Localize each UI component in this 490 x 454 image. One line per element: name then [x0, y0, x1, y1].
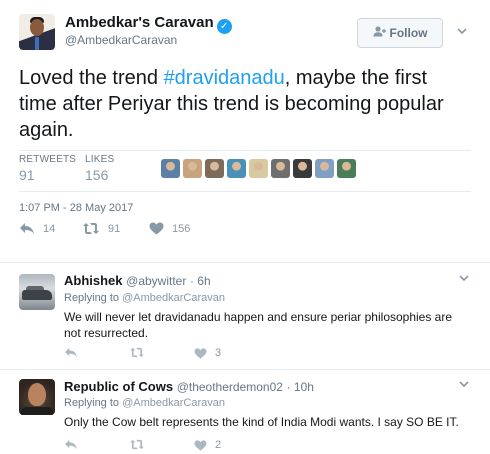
retweet-icon	[83, 223, 99, 234]
chevron-down-icon[interactable]	[458, 377, 470, 389]
reply-icon	[65, 347, 77, 358]
liker-avatar[interactable]	[161, 159, 180, 178]
liker-avatar[interactable]	[249, 159, 268, 178]
retweet-icon	[130, 439, 144, 450]
author-name[interactable]: Ambedkar's Caravan ✓	[65, 14, 232, 34]
avatar[interactable]	[19, 379, 55, 415]
chevron-down-icon[interactable]	[456, 24, 468, 36]
chevron-down-icon[interactable]	[458, 271, 470, 283]
reply-author[interactable]: Republic of Cows @theotherdemon02 · 10h	[64, 379, 314, 394]
author-handle[interactable]: @AmbedkarCaravan	[65, 33, 177, 47]
reply-icon	[65, 439, 77, 450]
hashtag-link[interactable]: #dravidanadu	[164, 67, 285, 89]
follow-label: Follow	[389, 26, 428, 40]
retweet-button[interactable]	[129, 347, 145, 358]
liker-avatar[interactable]	[183, 159, 202, 178]
avatar[interactable]	[19, 14, 55, 50]
liker-avatar[interactable]	[337, 159, 356, 178]
replying-to: Replying to @AmbedkarCaravan	[64, 292, 225, 304]
retweets-stat[interactable]: RETWEETS 91	[19, 154, 76, 183]
avatar[interactable]	[19, 274, 55, 310]
reply-author[interactable]: Abhishek @abywitter · 6h	[64, 273, 211, 288]
like-button[interactable]: 3	[194, 347, 221, 359]
liker-avatars	[161, 159, 356, 178]
tweet-text: Loved the trend #dravidanadu, maybe the …	[19, 67, 444, 141]
like-icon	[194, 347, 207, 359]
like-icon	[194, 439, 207, 451]
liker-avatar[interactable]	[227, 159, 246, 178]
likes-stat[interactable]: LIKES 156	[85, 154, 114, 183]
main-tweet: Ambedkar's Caravan ✓ @AmbedkarCaravan Fol…	[0, 0, 490, 262]
liker-avatar[interactable]	[315, 159, 334, 178]
reply-button[interactable]	[64, 439, 78, 450]
reply-icon	[20, 223, 34, 234]
reply-button[interactable]	[64, 347, 78, 358]
liker-avatar[interactable]	[271, 159, 290, 178]
retweet-button[interactable]: 91	[82, 222, 120, 235]
tweet-timestamp[interactable]: 1:07 PM - 28 May 2017	[19, 202, 133, 214]
follow-button[interactable]: Follow	[357, 18, 443, 48]
reply-tweet[interactable]: Abhishek @abywitter · 6h Replying to @Am…	[0, 263, 490, 369]
like-button[interactable]: 156	[149, 222, 190, 235]
like-icon	[149, 222, 164, 235]
tweet-stats: RETWEETS 91 LIKES 156	[19, 150, 471, 192]
reply-text: Only the Cow belt represents the kind of…	[64, 415, 459, 429]
retweet-icon	[130, 347, 144, 358]
like-button[interactable]: 2	[194, 439, 221, 451]
add-user-icon	[373, 26, 386, 40]
reply-button[interactable]: 14	[19, 222, 55, 235]
reply-tweet[interactable]: Republic of Cows @theotherdemon02 · 10h …	[0, 369, 490, 454]
reply-text: We will never let dravidanadu happen and…	[64, 310, 453, 340]
verified-badge-icon: ✓	[216, 19, 232, 34]
liker-avatar[interactable]	[205, 159, 224, 178]
liker-avatar[interactable]	[293, 159, 312, 178]
retweet-button[interactable]	[129, 439, 145, 450]
replying-to: Replying to @AmbedkarCaravan	[64, 397, 225, 409]
